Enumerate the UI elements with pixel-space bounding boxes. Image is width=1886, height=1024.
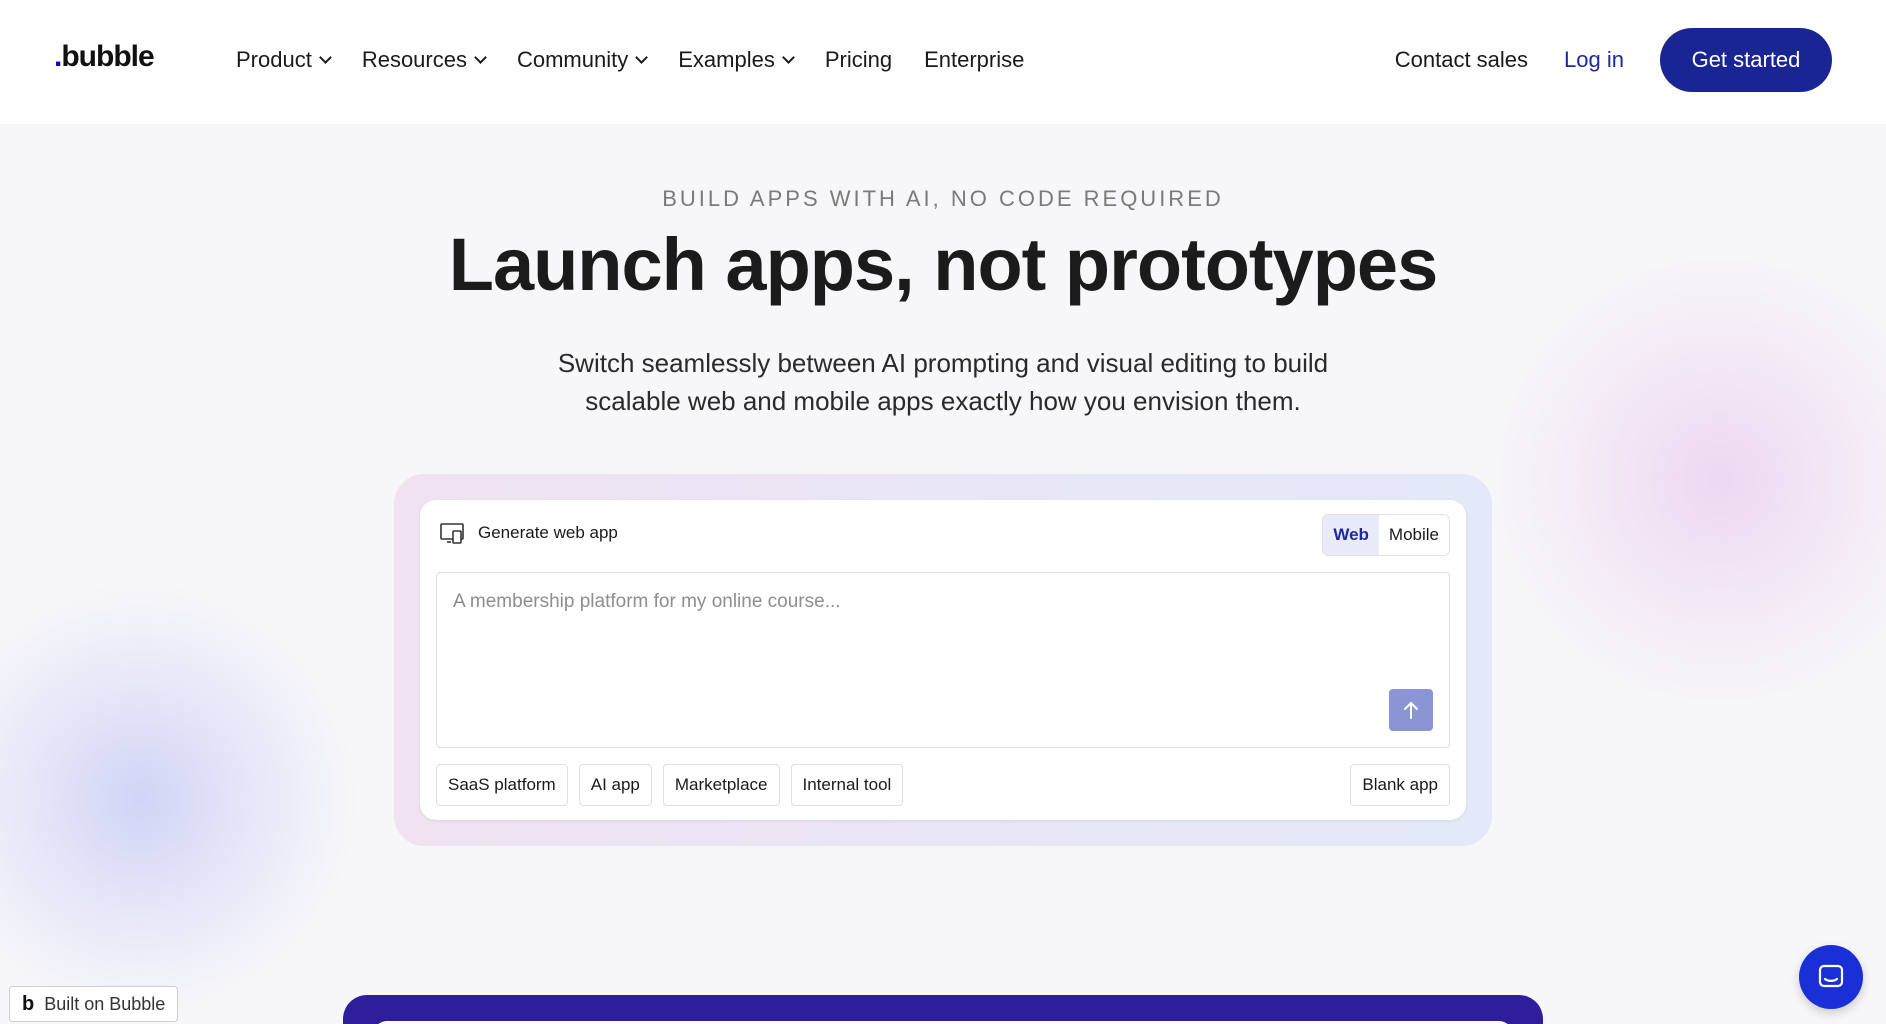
background-glow-right (1460, 260, 1886, 700)
chat-icon (1818, 964, 1844, 988)
background-glow-left (0, 580, 360, 1020)
chip-ai-app[interactable]: AI app (578, 764, 652, 806)
bubble-logo[interactable]: .bubble (54, 40, 155, 74)
nav-item-enterprise[interactable]: Enterprise (924, 44, 1024, 76)
hero-eyebrow: BUILD APPS WITH AI, NO CODE REQUIRED (662, 186, 1224, 211)
chat-launcher-button[interactable] (1799, 945, 1863, 1009)
nav-item-product[interactable]: Product (236, 44, 332, 76)
nav-item-label: Enterprise (924, 47, 1025, 72)
prompt-card-frame: Generate web app Web Mobile SaaS platfor… (394, 474, 1492, 846)
chip-internal-tool[interactable]: Internal tool (790, 764, 904, 806)
prompt-card: Generate web app Web Mobile SaaS platfor… (420, 500, 1466, 820)
device-monitor-icon (440, 523, 464, 544)
nav-item-label: Resources (361, 47, 467, 72)
arrow-up-icon (1404, 702, 1418, 719)
template-chips: SaaS platform AI app Marketplace Interna… (436, 764, 914, 806)
nav-item-examples[interactable]: Examples (678, 44, 795, 76)
chip-saas-platform[interactable]: SaaS platform (436, 764, 568, 806)
send-button[interactable] (1389, 689, 1433, 731)
toggle-mobile-button[interactable]: Mobile (1378, 515, 1449, 555)
nav-item-label: Examples (678, 47, 775, 72)
blank-app-button[interactable]: Blank app (1350, 764, 1450, 806)
platform-toggle: Web Mobile (1322, 514, 1450, 556)
login-link[interactable]: Log in (1564, 47, 1624, 73)
nav-item-label: Product (236, 47, 312, 72)
chevron-down-icon (635, 50, 649, 64)
bubble-mark-icon: b (22, 992, 35, 1015)
hero-subhead: Switch seamlessly between AI prompting a… (557, 348, 1329, 416)
nav-item-label: Pricing (824, 47, 893, 72)
generate-app-title: Generate web app (478, 523, 618, 542)
main-nav: Product Resources Community Examples Pri… (236, 44, 1056, 76)
header-actions: Contact sales Log in Get started (1395, 28, 1832, 92)
built-on-bubble-label: Built on Bubble (44, 993, 166, 1014)
nav-item-resources[interactable]: Resources (361, 44, 487, 76)
generate-app-label: Generate web app (440, 522, 618, 544)
contact-sales-link[interactable]: Contact sales (1395, 47, 1528, 73)
prompt-input[interactable] (437, 573, 1449, 747)
site-header: .bubble Product Resources Community Exam… (0, 0, 1886, 124)
toggle-web-button[interactable]: Web (1323, 515, 1379, 555)
logo-word: bubble (61, 40, 154, 73)
app-preview-panel (343, 995, 1543, 1024)
chevron-down-icon (474, 50, 487, 64)
built-on-bubble-badge[interactable]: b Built on Bubble (9, 986, 179, 1022)
nav-item-label: Community (516, 47, 629, 72)
chip-marketplace[interactable]: Marketplace (662, 764, 780, 806)
chevron-down-icon (318, 50, 332, 64)
prompt-area (436, 572, 1450, 748)
nav-item-pricing[interactable]: Pricing (825, 44, 892, 76)
get-started-button[interactable]: Get started (1660, 28, 1832, 92)
hero-headline: Launch apps, not prototypes (448, 223, 1438, 306)
nav-item-community[interactable]: Community (516, 44, 649, 76)
chevron-down-icon (781, 50, 795, 64)
